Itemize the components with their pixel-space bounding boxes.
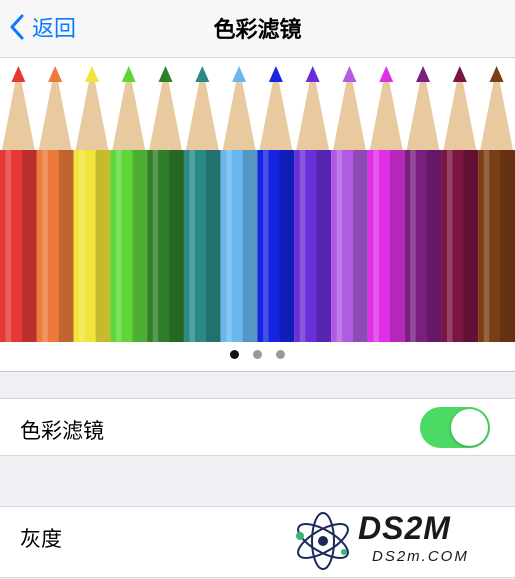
- page-dot[interactable]: [276, 350, 285, 359]
- pencil: [183, 66, 221, 342]
- colored-pencils-image: [0, 66, 515, 342]
- pencil: [478, 66, 515, 342]
- pencil: [110, 66, 148, 342]
- color-filter-toggle[interactable]: [420, 407, 490, 448]
- page-indicator[interactable]: [0, 350, 515, 359]
- pencil: [220, 66, 258, 342]
- pencil: [404, 66, 442, 342]
- pencil: [0, 66, 37, 342]
- atom-logo-icon: [296, 512, 349, 570]
- page-dot[interactable]: [230, 350, 239, 359]
- pencil: [36, 66, 74, 342]
- pencil: [147, 66, 184, 342]
- color-filter-label: 色彩滤镜: [20, 420, 104, 443]
- pencil: [331, 66, 368, 342]
- grayscale-label: 灰度: [20, 528, 62, 551]
- pencil: [441, 66, 479, 342]
- color-filter-row[interactable]: 色彩滤镜: [0, 398, 515, 456]
- pencil: [367, 66, 405, 342]
- watermark-logo-text: DS2M: [358, 510, 451, 546]
- page-title: 色彩滤镜: [213, 17, 302, 42]
- watermark-url: DS2m.COM: [372, 548, 469, 565]
- watermark-logo: DS2M DS2m.COM: [290, 508, 510, 574]
- page-dot[interactable]: [253, 350, 262, 359]
- toggle-knob: [451, 409, 488, 446]
- pencil: [294, 66, 332, 342]
- navigation-bar: 返回 色彩滤镜: [0, 0, 515, 58]
- filter-preview-carousel[interactable]: [0, 58, 515, 372]
- pencil: [73, 66, 111, 342]
- pencil: [257, 66, 295, 342]
